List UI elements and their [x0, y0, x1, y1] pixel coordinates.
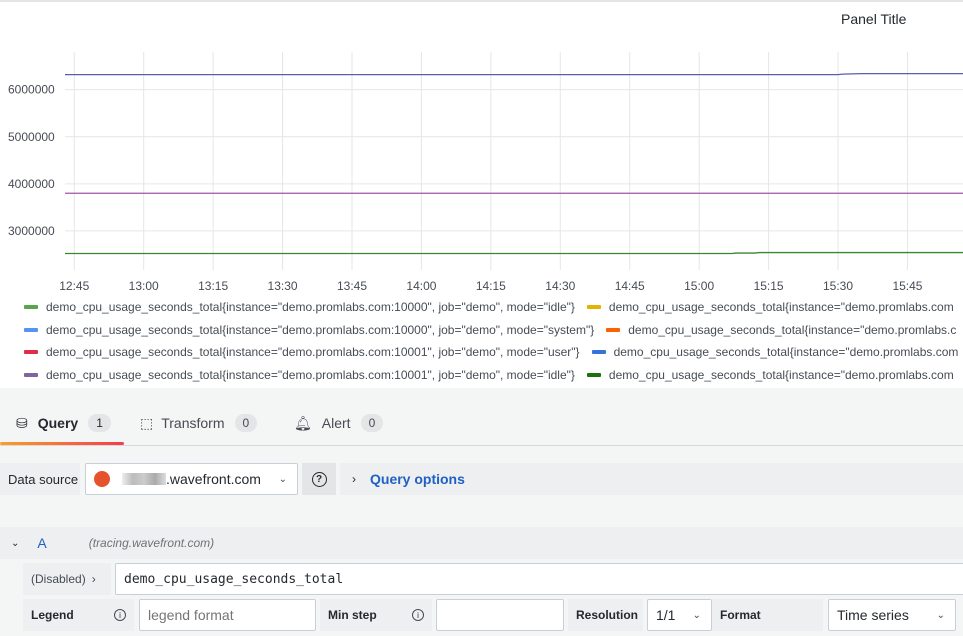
tab-query[interactable]: ⛁ Query 1	[16, 400, 111, 446]
legend-row: demo_cpu_usage_seconds_total{instance="d…	[24, 341, 963, 364]
min-step-input[interactable]	[436, 599, 564, 631]
x-tick-label: 15:45	[892, 279, 922, 292]
legend-item[interactable]: demo_cpu_usage_seconds_total{instance="d…	[591, 345, 959, 360]
query-ref-id[interactable]: A	[37, 535, 46, 551]
query-datasource-name: (tracing.wavefront.com)	[88, 536, 215, 550]
info-icon[interactable]: i	[114, 609, 126, 621]
legend: demo_cpu_usage_seconds_total{instance="d…	[24, 296, 963, 386]
datasource-picker[interactable]: .wavefront.com ⌄	[85, 463, 298, 495]
x-tick-label: 15:30	[823, 279, 853, 292]
bell-icon: 🔔︎	[294, 414, 312, 431]
info-icon[interactable]: i	[412, 609, 424, 621]
series-line	[65, 73, 963, 76]
legend-label: demo_cpu_usage_seconds_total{instance="d…	[46, 345, 580, 360]
chevron-right-icon: ›	[352, 472, 356, 486]
disabled-toggle[interactable]: (Disabled) ›	[23, 563, 111, 595]
series-color-swatch	[24, 350, 38, 355]
legend-item[interactable]: demo_cpu_usage_seconds_total{instance="d…	[24, 368, 575, 382]
disabled-label: (Disabled)	[31, 572, 86, 586]
tab-label: Query	[37, 415, 79, 431]
legend-label-text: Legend	[31, 608, 74, 622]
help-button[interactable]: ?	[302, 463, 336, 495]
legend-item[interactable]: demo_cpu_usage_seconds_total{instance="d…	[586, 300, 954, 315]
resolution-value: 1/1	[656, 607, 676, 623]
series-color-swatch	[591, 350, 606, 355]
series-color-swatch	[24, 305, 38, 310]
format-label: Format	[712, 599, 823, 631]
resolution-select[interactable]: 1/1 ⌄	[647, 599, 712, 631]
legend-label: demo_cpu_usage_seconds_total{instance="d…	[628, 322, 957, 337]
x-tick-label: 14:45	[615, 279, 645, 292]
tab-count: 0	[234, 414, 258, 432]
query-options-toggle[interactable]: › Query options	[340, 463, 963, 495]
x-tick-label: 13:45	[337, 279, 367, 292]
x-tick-label: 14:15	[476, 279, 506, 292]
graph-panel: Panel Title 6000000 5000000 4000000 3000000…	[0, 0, 963, 388]
legend-label: Legend i	[23, 599, 134, 631]
legend-item[interactable]: demo_cpu_usage_seconds_total{instance="d…	[606, 323, 956, 337]
datasource-label: Data source	[0, 463, 80, 495]
format-select[interactable]: Time series ⌄	[828, 599, 956, 631]
series-color-swatch	[586, 305, 601, 310]
x-tick-label: 13:15	[198, 279, 228, 292]
tab-alert[interactable]: 🔔︎ Alert 0	[294, 400, 384, 446]
editor-tabs: ⛁ Query 1 ⬚ Transform 0 🔔︎ Alert 0	[0, 400, 963, 446]
legend-item[interactable]: demo_cpu_usage_seconds_total{instance="d…	[24, 323, 594, 337]
transform-icon: ⬚	[140, 414, 154, 431]
time-series-chart: 6000000 5000000 4000000 3000000 12:45 13:00 13…	[8, 52, 963, 292]
x-tick-label: 15:15	[754, 279, 784, 292]
chevron-down-icon[interactable]: ⌄	[11, 538, 19, 549]
legend-row: demo_cpu_usage_seconds_total{instance="d…	[24, 364, 963, 387]
redacted-text	[122, 473, 166, 485]
min-step-label: Min step i	[320, 599, 432, 631]
y-tick-label: 4000000	[8, 177, 55, 191]
chevron-down-icon: ⌄	[278, 473, 287, 485]
legend-label: demo_cpu_usage_seconds_total{instance="d…	[608, 367, 954, 382]
x-tick-label: 13:30	[268, 279, 298, 292]
legend-format-input[interactable]	[139, 599, 316, 631]
x-tick-label: 14:30	[545, 279, 575, 292]
chevron-down-icon: ⌄	[692, 609, 701, 621]
legend-label: demo_cpu_usage_seconds_total{instance="d…	[46, 367, 575, 382]
y-tick-label: 3000000	[8, 224, 55, 238]
chevron-down-icon: ⌄	[936, 609, 945, 621]
legend-row: demo_cpu_usage_seconds_total{instance="d…	[24, 319, 963, 342]
tab-count: 1	[88, 414, 111, 432]
prometheus-icon	[94, 471, 110, 487]
series-color-swatch	[606, 327, 621, 332]
min-step-label-text: Min step	[328, 608, 377, 622]
x-tick-label: 15:00	[684, 279, 714, 292]
query-expression-input[interactable]: demo_cpu_usage_seconds_total	[115, 563, 963, 595]
datasource-value: .wavefront.com	[166, 471, 261, 487]
series-color-swatch	[586, 372, 601, 377]
format-value: Time series	[837, 607, 909, 623]
database-icon: ⛁	[16, 414, 28, 431]
tab-transform[interactable]: ⬚ Transform 0	[140, 400, 258, 446]
tab-count: 0	[360, 414, 384, 432]
query-options-label: Query options	[370, 471, 465, 487]
legend-item[interactable]: demo_cpu_usage_seconds_total{instance="d…	[24, 300, 575, 314]
legend-label: demo_cpu_usage_seconds_total{instance="d…	[613, 345, 959, 360]
resolution-label: Resolution	[568, 599, 643, 631]
legend-label: demo_cpu_usage_seconds_total{instance="d…	[46, 300, 575, 315]
chevron-right-icon: ›	[91, 572, 96, 586]
x-tick-label: 12:45	[59, 279, 89, 292]
series-color-swatch	[24, 327, 38, 332]
x-tick-label: 13:00	[129, 279, 159, 292]
active-tab-indicator	[0, 442, 124, 445]
x-tick-label: 14:00	[406, 279, 436, 292]
series-line	[65, 251, 963, 255]
legend-row: demo_cpu_usage_seconds_total{instance="d…	[24, 296, 963, 319]
legend-item[interactable]: demo_cpu_usage_seconds_total{instance="d…	[586, 367, 954, 382]
legend-label: demo_cpu_usage_seconds_total{instance="d…	[608, 300, 954, 315]
tab-label: Transform	[161, 415, 225, 431]
query-row-header[interactable]: ⌄ A (tracing.wavefront.com)	[0, 527, 963, 559]
legend-item[interactable]: demo_cpu_usage_seconds_total{instance="d…	[24, 345, 580, 359]
y-tick-label: 6000000	[8, 83, 55, 97]
question-circle-icon: ?	[311, 471, 327, 487]
y-tick-label: 5000000	[8, 130, 55, 144]
tab-label: Alert	[321, 415, 351, 431]
series-color-swatch	[24, 372, 38, 377]
legend-label: demo_cpu_usage_seconds_total{instance="d…	[46, 322, 595, 337]
